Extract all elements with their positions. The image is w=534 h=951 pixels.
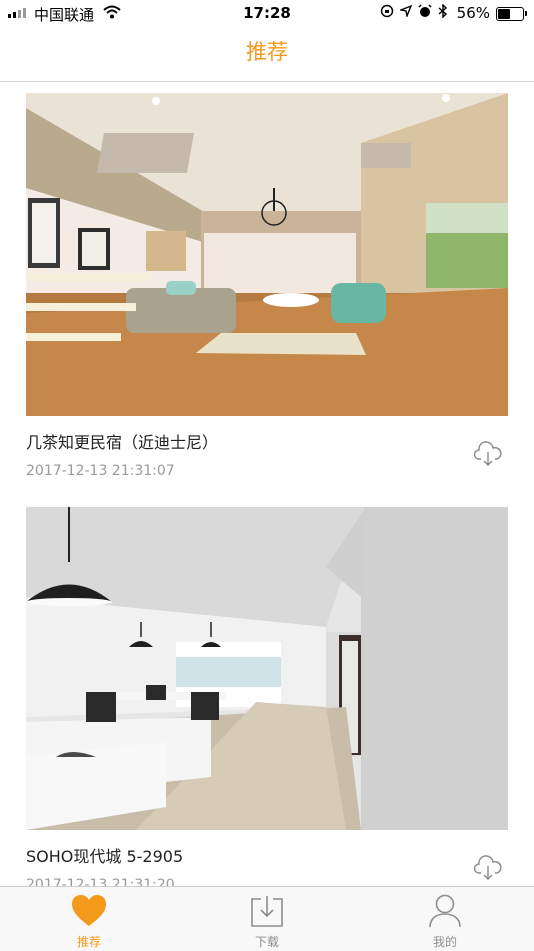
clock: 17:28 (243, 4, 291, 22)
recommendation-feed[interactable]: 几茶知更民宿（近迪士尼） 2017-12-13 21:31:07 SOHO现代城… (0, 82, 534, 886)
listing-title[interactable]: SOHO现代城 5-2905 (26, 843, 183, 867)
download-tray-icon (251, 896, 283, 927)
tab-profile[interactable]: 我的 (385, 887, 505, 951)
tab-label: 下载 (254, 935, 279, 949)
person-icon (429, 894, 461, 928)
cloud-download-icon[interactable] (474, 441, 502, 467)
status-bar: 中国联通 17:28 56% (0, 0, 534, 28)
nav-bar: 推荐 (0, 28, 534, 82)
tab-label: 我的 (432, 935, 457, 949)
tab-downloads[interactable]: 下载 (207, 887, 327, 951)
cloud-download-icon[interactable] (474, 855, 502, 881)
listing-date: 2017-12-13 21:31:20 (26, 877, 175, 886)
tab-label: 推荐 (76, 935, 101, 949)
battery-icon (496, 7, 527, 21)
listing-date: 2017-12-13 21:31:07 (26, 463, 175, 479)
heart-icon (72, 895, 106, 926)
rotation-lock-icon (380, 4, 394, 18)
listing-title[interactable]: 几茶知更民宿（近迪士尼） (26, 429, 218, 453)
bluetooth-icon (438, 4, 448, 18)
listing-card[interactable]: SOHO现代城 5-2905 2017-12-13 21:31:20 (26, 507, 508, 886)
listing-card[interactable]: 几茶知更民宿（近迪士尼） 2017-12-13 21:31:07 (26, 93, 508, 479)
location-arrow-icon (400, 5, 412, 17)
page-title: 推荐 (246, 40, 288, 64)
status-icons (380, 4, 448, 18)
battery-percent: 56% (456, 4, 490, 22)
tab-recommend[interactable]: 推荐 (29, 887, 149, 951)
listing-photo[interactable] (26, 93, 508, 416)
tab-bar: 推荐 下载 我的 (0, 886, 534, 951)
alarm-icon (418, 4, 432, 17)
listing-photo[interactable] (26, 507, 508, 830)
